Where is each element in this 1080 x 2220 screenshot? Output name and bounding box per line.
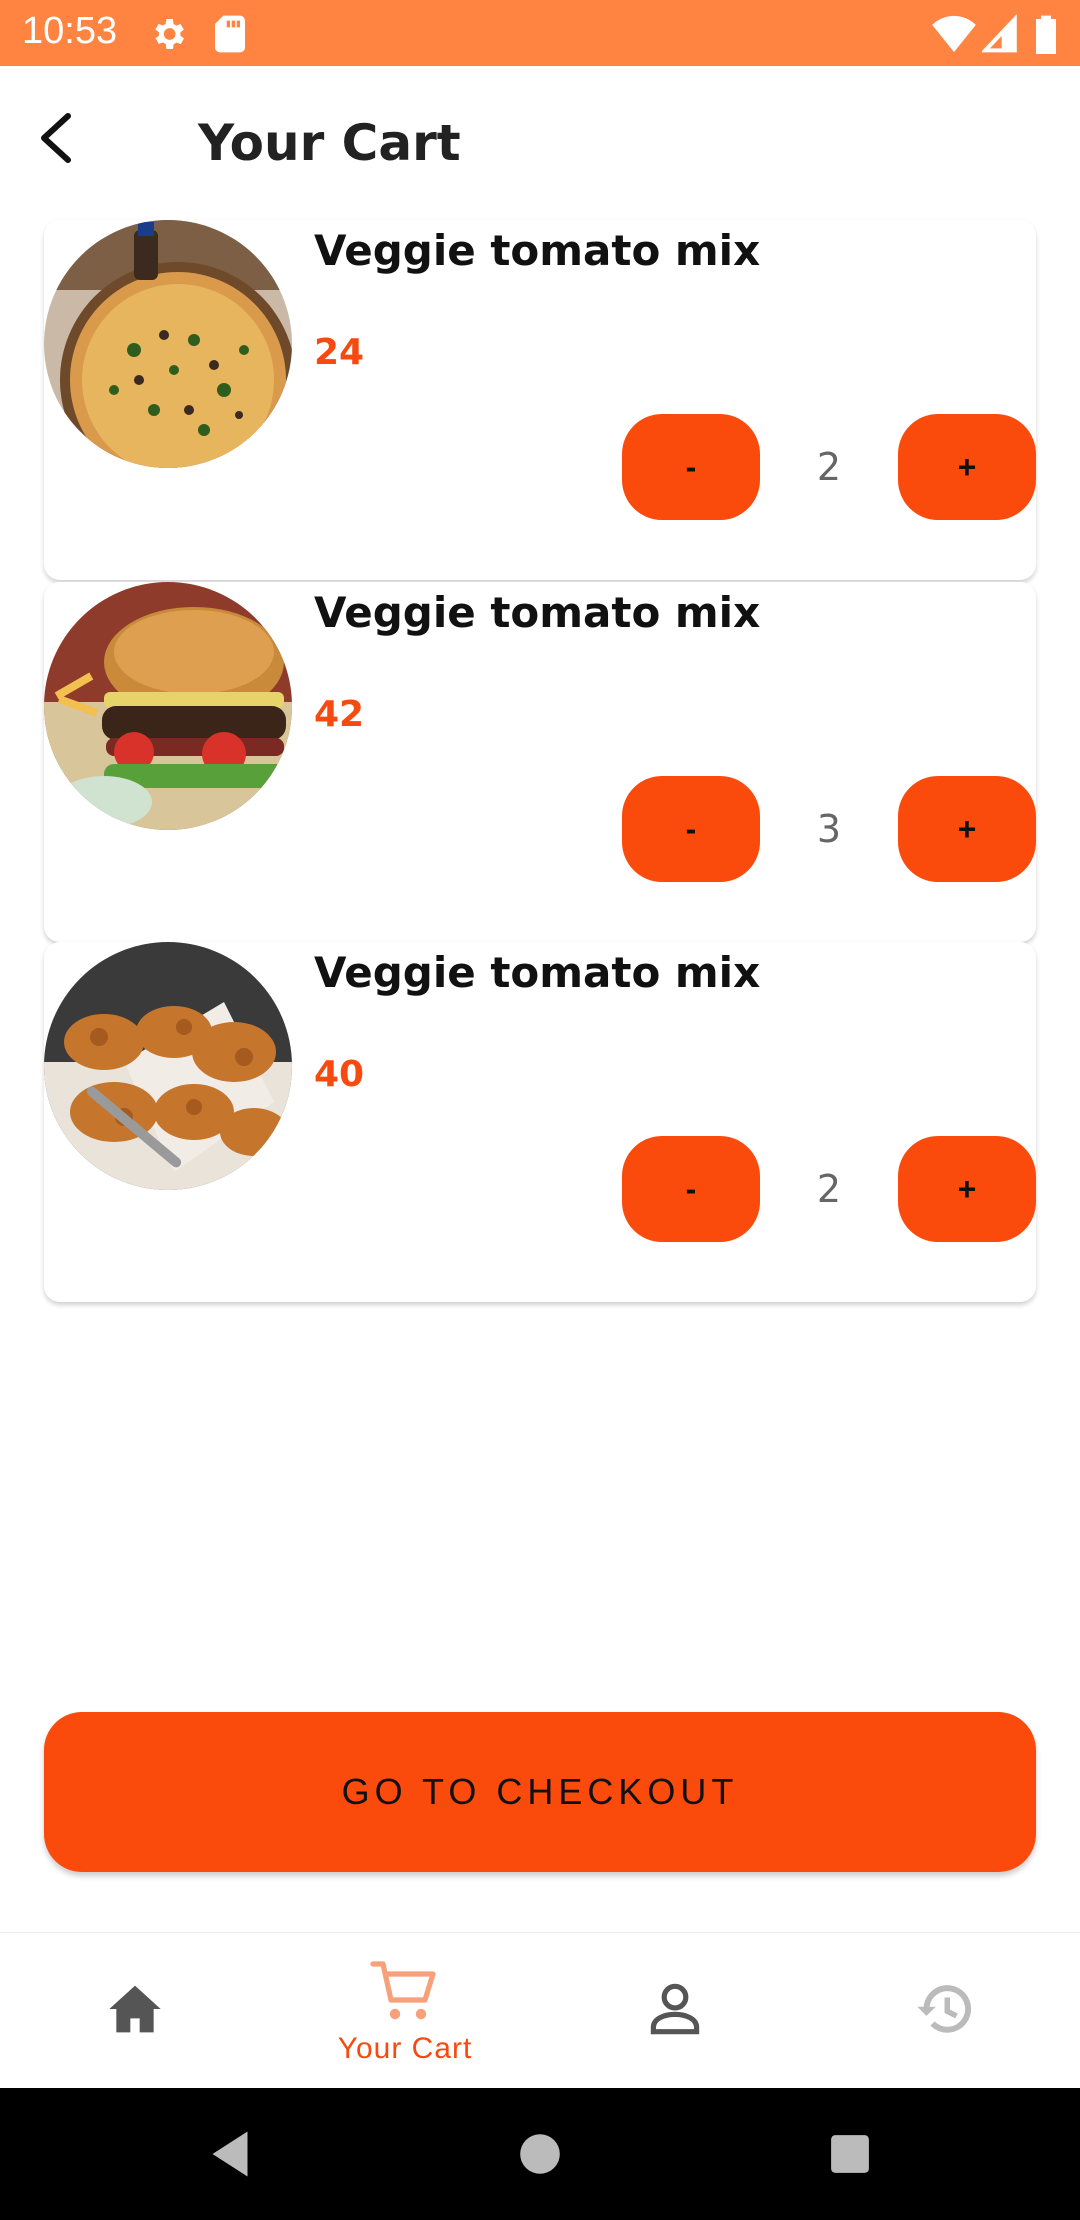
item-price: 42 [314, 694, 365, 735]
fried-chicken-image [44, 942, 292, 1190]
item-quantity: 2 [816, 1167, 842, 1211]
signal-icon [980, 14, 1018, 59]
nav-label-cart: Your Cart [337, 2031, 473, 2065]
history-icon [915, 1981, 975, 2042]
status-time: 10:53 [22, 10, 118, 52]
item-price: 40 [314, 1054, 365, 1095]
cart-item: Veggie tomato mix 42 - 3 + [44, 582, 1036, 942]
pizza-image [44, 220, 292, 468]
item-name: Veggie tomato mix [314, 948, 761, 997]
page-title: Your Cart [198, 114, 461, 172]
checkout-button[interactable]: GO TO CHECKOUT [44, 1712, 1036, 1872]
burger-image [44, 582, 292, 830]
sd-card-icon [212, 14, 248, 59]
home-circle-icon[interactable] [500, 2114, 580, 2194]
battery-icon [1034, 14, 1058, 59]
item-price: 24 [314, 332, 365, 373]
person-icon [649, 1982, 701, 2041]
status-bar: 10:53 [0, 0, 1080, 66]
cart-item: Veggie tomato mix 40 - 2 + [44, 942, 1036, 1302]
nav-history[interactable] [810, 1933, 1080, 2089]
cart-icon [369, 1957, 441, 2028]
item-name: Veggie tomato mix [314, 588, 761, 637]
item-quantity: 2 [816, 445, 842, 489]
nav-cart[interactable]: Your Cart [270, 1933, 540, 2089]
system-navigation-bar [0, 2088, 1080, 2220]
nav-profile[interactable] [540, 1933, 810, 2089]
gear-icon [148, 14, 188, 59]
bottom-navigation: Your Cart [0, 1932, 1080, 2088]
increase-quantity-button[interactable]: + [898, 1136, 1036, 1242]
decrease-quantity-button[interactable]: - [622, 776, 760, 882]
recents-square-icon[interactable] [810, 2114, 890, 2194]
home-icon [107, 1983, 163, 2040]
arrow-back-icon[interactable] [30, 108, 90, 168]
decrease-quantity-button[interactable]: - [622, 1136, 760, 1242]
cart-item: Veggie tomato mix 24 - 2 + [44, 220, 1036, 580]
nav-home[interactable] [0, 1933, 270, 2089]
wifi-icon [932, 14, 976, 59]
app-bar: Your Cart [0, 66, 1080, 216]
back-triangle-icon[interactable] [190, 2114, 270, 2194]
decrease-quantity-button[interactable]: - [622, 414, 760, 520]
item-quantity: 3 [816, 807, 842, 851]
increase-quantity-button[interactable]: + [898, 776, 1036, 882]
increase-quantity-button[interactable]: + [898, 414, 1036, 520]
item-name: Veggie tomato mix [314, 226, 761, 275]
